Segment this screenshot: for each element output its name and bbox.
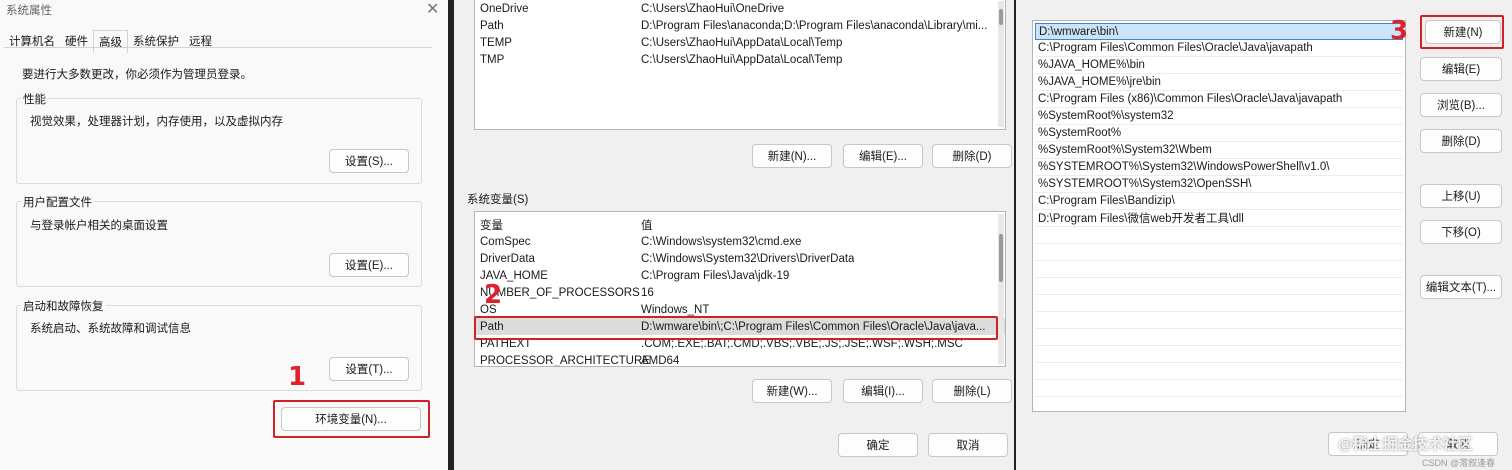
list-item-selected[interactable]: D:\wmware\bin\ — [1035, 23, 1403, 40]
tab-hardware[interactable]: 硬件 — [60, 30, 93, 53]
startup-recovery-settings-button[interactable]: 设置(T)... — [329, 357, 409, 381]
list-item[interactable]: TMP C:\Users\ZhaoHui\AppData\Local\Temp — [475, 51, 1005, 68]
tab-computer-name[interactable]: 计算机名 — [4, 30, 60, 53]
step-marker-1: 1 — [288, 362, 307, 392]
ok-button[interactable]: 确定 — [838, 433, 918, 457]
scrollbar-thumb[interactable] — [999, 234, 1003, 282]
system-variables-list[interactable]: 变量 值 ComSpec C:\Windows\system32\cmd.exe… — [474, 211, 1006, 367]
list-item[interactable]: C:\Program Files (x86)\Common Files\Orac… — [1035, 91, 1403, 108]
list-item-empty[interactable] — [1035, 346, 1403, 363]
list-item[interactable]: D:\Program Files\微信web开发者工具\dll — [1035, 210, 1403, 227]
system-variables-label: 系统变量(S) — [467, 194, 529, 206]
system-list-scrollbar[interactable] — [998, 214, 1004, 364]
list-item-empty[interactable] — [1035, 329, 1403, 346]
user-new-button[interactable]: 新建(N)... — [752, 144, 832, 168]
environment-variables-dialog: OneDrive C:\Users\ZhaoHui\OneDrive Path … — [454, 0, 1014, 470]
list-item[interactable]: %SYSTEMROOT%\System32\OpenSSH\ — [1035, 176, 1403, 193]
tab-advanced[interactable]: 高级 — [93, 30, 128, 53]
dialog-title: 系统属性 — [6, 5, 52, 17]
admin-note: 要进行大多数更改，你必须作为管理员登录。 — [22, 69, 252, 81]
list-item-empty[interactable] — [1035, 261, 1403, 278]
startup-recovery-label: 启动和故障恢复 — [21, 298, 106, 314]
list-item[interactable]: C:\Program Files\Common Files\Oracle\Jav… — [1035, 40, 1403, 57]
performance-label: 性能 — [21, 91, 48, 107]
startup-recovery-desc: 系统启动、系统故障和调试信息 — [30, 323, 191, 335]
close-icon[interactable]: ✕ — [426, 0, 439, 19]
edit-path-dialog: D:\wmware\bin\ C:\Program Files\Common F… — [1016, 0, 1512, 470]
highlight-box-2 — [474, 316, 998, 340]
list-item-empty[interactable] — [1035, 278, 1403, 295]
list-item[interactable]: C:\Program Files\Bandizip\ — [1035, 193, 1403, 210]
list-item-empty[interactable] — [1035, 363, 1403, 380]
list-item-empty[interactable] — [1035, 244, 1403, 261]
system-properties-dialog: 系统属性 ✕ 计算机名 硬件 高级 系统保护 远程 要进行大多数更改，你必须作为… — [0, 0, 448, 470]
performance-settings-button[interactable]: 设置(S)... — [329, 149, 409, 173]
path-move-down-button[interactable]: 下移(O) — [1420, 220, 1502, 244]
user-profile-label: 用户配置文件 — [21, 194, 94, 210]
list-item[interactable]: NUMBER_OF_PROCESSORS 16 — [475, 284, 1005, 301]
path-list[interactable]: D:\wmware\bin\ C:\Program Files\Common F… — [1032, 20, 1406, 412]
tab-bar: 计算机名 硬件 高级 系统保护 远程 — [4, 30, 217, 53]
list-item[interactable]: Path D:\Program Files\anaconda;D:\Progra… — [475, 17, 1005, 34]
user-profile-desc: 与登录帐户相关的桌面设置 — [30, 220, 168, 232]
tab-remote[interactable]: 远程 — [184, 30, 217, 53]
path-delete-button[interactable]: 删除(D) — [1420, 129, 1502, 153]
path-edit-text-button[interactable]: 编辑文本(T)... — [1420, 275, 1502, 299]
path-edit-button[interactable]: 编辑(E) — [1420, 57, 1502, 81]
table-header: 变量 值 — [480, 219, 653, 232]
highlight-box-3 — [1420, 15, 1504, 49]
user-profile-settings-button[interactable]: 设置(E)... — [329, 253, 409, 277]
list-item[interactable]: %SYSTEMROOT%\System32\WindowsPowerShell\… — [1035, 159, 1403, 176]
highlight-box-1 — [273, 400, 430, 438]
list-item[interactable]: %JAVA_HOME%\bin — [1035, 57, 1403, 74]
performance-desc: 视觉效果，处理器计划，内存使用，以及虚拟内存 — [30, 116, 283, 128]
list-item-empty[interactable] — [1035, 312, 1403, 329]
user-edit-button[interactable]: 编辑(E)... — [843, 144, 923, 168]
step-marker-3: 3 — [1390, 16, 1409, 46]
credit-text: CSDN @落叙逢春 — [1422, 458, 1496, 468]
path-browse-button[interactable]: 浏览(B)... — [1420, 93, 1502, 117]
list-item[interactable]: %JAVA_HOME%\jre\bin — [1035, 74, 1403, 91]
scrollbar-thumb[interactable] — [999, 9, 1003, 25]
list-item-empty[interactable] — [1035, 295, 1403, 312]
list-item[interactable]: %SystemRoot% — [1035, 125, 1403, 142]
list-item[interactable]: %SystemRoot%\System32\Wbem — [1035, 142, 1403, 159]
list-item-empty[interactable] — [1035, 380, 1403, 397]
list-item[interactable]: JAVA_HOME C:\Program Files\Java\jdk-19 — [475, 267, 1005, 284]
list-item[interactable]: PROCESSOR_ARCHITECTURE AMD64 — [475, 352, 1005, 367]
system-new-button[interactable]: 新建(W)... — [752, 379, 832, 403]
tab-system-protection[interactable]: 系统保护 — [128, 30, 184, 53]
system-edit-button[interactable]: 编辑(I)... — [843, 379, 923, 403]
cancel-button[interactable]: 取消 — [928, 433, 1008, 457]
tab-divider — [4, 47, 432, 48]
user-list-scrollbar[interactable] — [998, 1, 1004, 127]
system-delete-button[interactable]: 删除(L) — [932, 379, 1012, 403]
list-item[interactable]: OneDrive C:\Users\ZhaoHui\OneDrive — [475, 0, 1005, 17]
list-item-empty[interactable] — [1035, 227, 1403, 244]
watermark: @稀土掘金技术社区 — [1338, 436, 1473, 453]
user-variables-list[interactable]: OneDrive C:\Users\ZhaoHui\OneDrive Path … — [474, 0, 1006, 130]
list-item[interactable]: %SystemRoot%\system32 — [1035, 108, 1403, 125]
list-item[interactable]: ComSpec C:\Windows\system32\cmd.exe — [475, 233, 1005, 250]
user-delete-button[interactable]: 删除(D) — [932, 144, 1012, 168]
list-item[interactable]: TEMP C:\Users\ZhaoHui\AppData\Local\Temp — [475, 34, 1005, 51]
path-move-up-button[interactable]: 上移(U) — [1420, 184, 1502, 208]
step-marker-2: 2 — [484, 280, 503, 310]
list-item[interactable]: DriverData C:\Windows\System32\Drivers\D… — [475, 250, 1005, 267]
